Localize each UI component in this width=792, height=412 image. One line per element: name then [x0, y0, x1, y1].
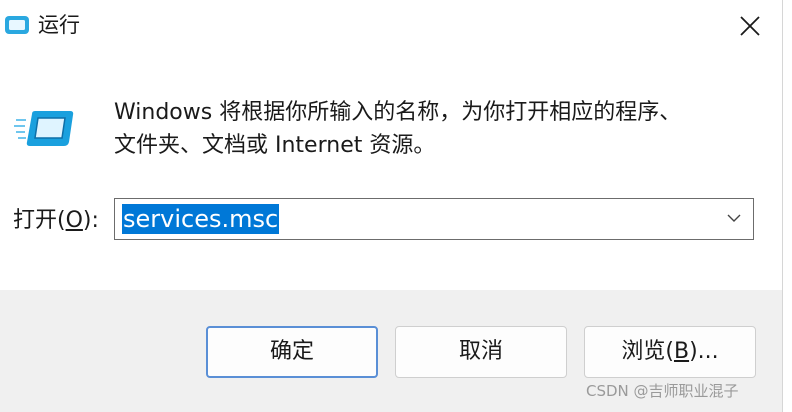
ok-button[interactable]: 确定: [206, 326, 378, 378]
title-bar[interactable]: 运行: [0, 0, 782, 52]
browse-label-prefix: 浏览(: [621, 339, 674, 364]
cancel-button[interactable]: 取消: [395, 326, 567, 378]
open-label-suffix: ):: [82, 208, 99, 233]
run-app-icon: [3, 14, 31, 36]
window-title: 运行: [38, 13, 80, 37]
dropdown-button[interactable]: [715, 199, 753, 239]
description-line-1: Windows 将根据你所输入的名称，为你打开相应的程序、: [114, 100, 682, 125]
open-combobox[interactable]: services.msc: [114, 198, 754, 240]
run-dialog: 运行 Windows 将根据你所输入的名称，为你打开相应的程序、 文件夹、文档或…: [0, 0, 783, 412]
description-text: Windows 将根据你所输入的名称，为你打开相应的程序、 文件夹、文档或 In…: [114, 96, 754, 162]
close-icon: [740, 16, 760, 36]
open-label: 打开(O):: [13, 206, 99, 236]
browse-button[interactable]: 浏览(B)...: [584, 326, 756, 378]
chevron-down-icon: [727, 214, 741, 222]
close-button[interactable]: [722, 0, 778, 50]
watermark: CSDN @吉师职业混子: [586, 382, 739, 400]
run-icon: [14, 110, 76, 148]
open-input[interactable]: services.msc: [122, 204, 280, 234]
browse-label-suffix: )...: [689, 339, 719, 364]
open-label-prefix: 打开(: [13, 208, 66, 233]
open-label-accel: O: [65, 208, 83, 233]
browse-label-accel: B: [673, 339, 690, 364]
description-line-2: 文件夹、文档或 Internet 资源。: [114, 133, 436, 158]
